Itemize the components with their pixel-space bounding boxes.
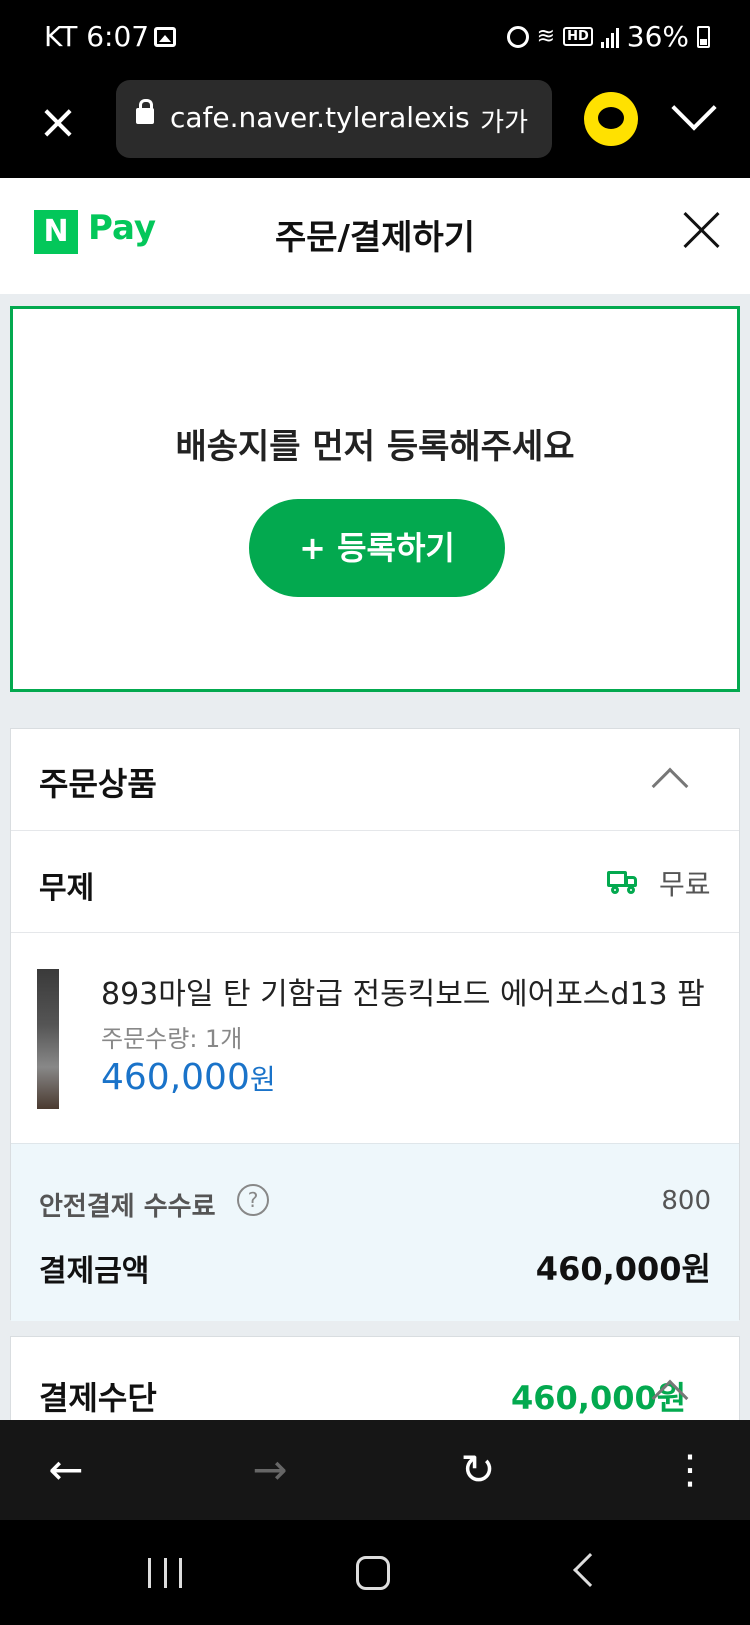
chevron-up-icon[interactable]	[651, 767, 689, 805]
help-icon[interactable]: ?	[237, 1184, 269, 1216]
total-amount-label: 결제금액	[39, 1254, 150, 1289]
address-message: 배송지를 먼저 등록해주세요	[175, 427, 575, 467]
close-icon[interactable]	[682, 210, 722, 250]
safe-payment-fee-label: 안전결제 수수료	[39, 1192, 216, 1222]
recent-apps-icon[interactable]	[148, 1558, 182, 1588]
payment-summary: 안전결제 수수료 ? 800 결제금액 460,000원	[11, 1143, 739, 1321]
seller-row: 무제 무료	[11, 831, 739, 933]
hd-icon: HD	[563, 27, 593, 46]
more-menu-icon[interactable]: ⋮	[660, 1440, 720, 1500]
alarm-icon	[506, 25, 529, 48]
forward-arrow-icon[interactable]: →	[240, 1440, 300, 1500]
product-quantity: 주문수량: 1개	[101, 1025, 243, 1053]
total-amount-value: 460,000원	[535, 1250, 711, 1288]
shipping-fee: 무료	[659, 868, 711, 901]
signal-icon	[600, 26, 619, 48]
browser-bar: × cafe.naver.tyleralexis 가가	[0, 78, 750, 178]
safe-payment-fee-value: 800	[661, 1186, 711, 1216]
product-name: 893마일 탄 기함급 전동킥보드 에어포스d13 팜	[101, 977, 705, 1012]
order-section-header[interactable]: 주문상품	[11, 729, 739, 831]
home-icon[interactable]	[356, 1556, 390, 1590]
checkout-page: N Pay 주문/결제하기 배송지를 먼저 등록해주세요 + 등록하기 주문상품…	[0, 178, 750, 1420]
status-icons: ≋ HD 36%	[506, 20, 710, 53]
payment-method-card[interactable]: 결제수단 460,000원	[10, 1336, 740, 1420]
wifi-icon: ≋	[536, 24, 556, 49]
register-address-button[interactable]: + 등록하기	[249, 499, 505, 597]
order-items-card: 주문상품 무제 무료 893마일 탄 기함급 전동킥보드 에어포스d13 팜 주…	[10, 728, 740, 1321]
close-icon[interactable]: ×	[36, 98, 80, 146]
product-price: 460,000원	[101, 1057, 276, 1098]
system-nav-bar	[0, 1520, 750, 1625]
payment-method-title: 결제수단	[39, 1379, 157, 1417]
page-title: 주문/결제하기	[274, 218, 476, 258]
page-header: N Pay 주문/결제하기	[0, 178, 750, 294]
product-thumbnail	[37, 969, 59, 1109]
back-arrow-icon[interactable]: ←	[36, 1440, 96, 1500]
url-text: cafe.naver.tyleralexis	[170, 101, 470, 134]
browser-toolbar: ← → ↻ ⋮	[0, 1420, 750, 1520]
battery-icon	[697, 25, 710, 48]
chevron-down-icon[interactable]	[672, 92, 712, 132]
status-carrier-time: KT 6:07	[44, 20, 150, 53]
seller-name: 무제	[39, 871, 95, 906]
system-back-icon[interactable]	[573, 1553, 607, 1587]
truck-icon	[607, 871, 639, 894]
product-row[interactable]: 893마일 탄 기함급 전동킥보드 에어포스d13 팜 주문수량: 1개 460…	[11, 933, 739, 1143]
font-size-button[interactable]: 가가	[480, 102, 528, 139]
refresh-icon[interactable]: ↻	[448, 1440, 508, 1500]
gallery-icon	[154, 27, 176, 47]
chat-icon[interactable]	[584, 92, 638, 146]
status-bar: KT 6:07 ≋ HD 36%	[0, 0, 750, 78]
battery-percent: 36%	[626, 20, 689, 53]
lock-icon	[136, 99, 154, 124]
url-bar[interactable]: cafe.naver.tyleralexis 가가	[116, 80, 552, 158]
address-register-panel: 배송지를 먼저 등록해주세요 + 등록하기	[10, 306, 740, 692]
section-title: 주문상품	[39, 765, 157, 803]
